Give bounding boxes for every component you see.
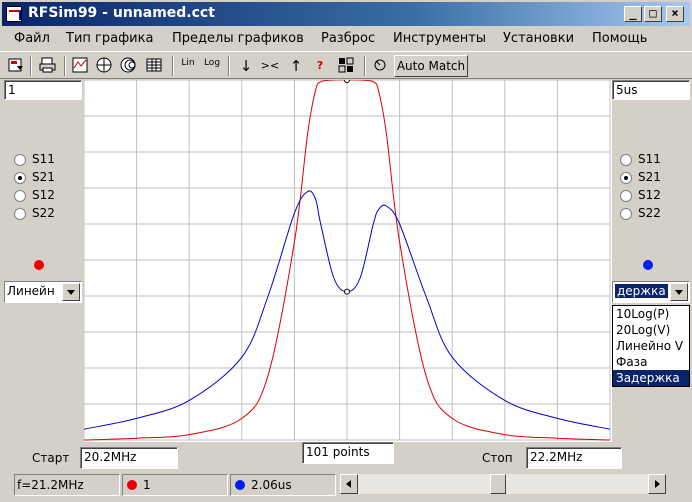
chevron-down-icon[interactable] [62, 283, 80, 301]
dropdown-option-10logp[interactable]: 10Log(P) [613, 306, 689, 322]
maximize-button[interactable]: □ [644, 6, 662, 22]
stop-frequency-input[interactable]: 22.2MHz [526, 447, 622, 469]
minimize-button[interactable]: _ [624, 6, 642, 22]
frequency-scrollbar[interactable] [340, 474, 666, 494]
menu-settings[interactable]: Установки [503, 31, 574, 46]
cursor-marker-0 [344, 77, 350, 83]
stop-label: Стоп [482, 451, 513, 465]
menu-file[interactable]: Файл [14, 31, 50, 46]
plot-svg [83, 77, 611, 441]
app-icon[interactable] [6, 6, 22, 22]
right-mode-combo[interactable]: держка [612, 281, 690, 303]
dropdown-option-phase[interactable]: Фаза [613, 354, 689, 370]
left-marker-dot [34, 260, 44, 270]
menu-tools[interactable]: Инструменты [393, 31, 486, 46]
status-left-value: 1 [122, 474, 228, 496]
dropdown-option-20logv[interactable]: 20Log(V) [613, 322, 689, 338]
cursor-marker-1 [344, 288, 350, 295]
start-label: Старт [32, 451, 70, 465]
auto-match-button[interactable]: Auto Match [394, 55, 468, 77]
log-scale-button[interactable]: Log [202, 56, 222, 76]
toolbar: Lin Log ↓ >< ↑ ? Auto Match [0, 51, 692, 79]
menu-bar: Файл Тип графика Пределы графиков Разбро… [0, 27, 692, 51]
menu-graph-limits[interactable]: Пределы графиков [172, 31, 304, 46]
right-mode-value: держка [615, 284, 668, 298]
radio-left-s11[interactable]: S11 [14, 152, 55, 170]
close-button[interactable]: × [666, 6, 684, 22]
radio-right-s12[interactable]: S12 [620, 188, 661, 206]
dropdown-option-linear[interactable]: Линейно V [613, 338, 689, 354]
right-marker-dot [643, 260, 653, 270]
menu-spread[interactable]: Разброс [321, 31, 375, 46]
radio-right-s22[interactable]: S22 [620, 206, 661, 224]
right-scale-input[interactable]: 5us [612, 80, 690, 100]
radio-left-s22[interactable]: S22 [14, 206, 55, 224]
scrollbar-thumb[interactable] [490, 474, 506, 494]
window-title: RFSim99 - unnamed.cct [28, 5, 215, 21]
radio-left-s12[interactable]: S12 [14, 188, 55, 206]
print-icon[interactable] [38, 56, 58, 76]
polar-icon[interactable] [94, 56, 114, 76]
left-scale-input[interactable]: 1 [4, 80, 82, 100]
start-frequency-input[interactable]: 20.2MHz [80, 447, 178, 469]
shrink-icon[interactable]: >< [260, 56, 280, 76]
right-marker-dot [235, 480, 245, 490]
arrow-up-icon[interactable]: ↑ [286, 56, 306, 76]
lin-scale-button[interactable]: Lin [178, 56, 198, 76]
chevron-down-icon[interactable] [670, 283, 688, 301]
rect-graph-icon[interactable] [70, 56, 90, 76]
plot-area[interactable] [83, 77, 612, 442]
arrow-down-icon[interactable]: ↓ [236, 56, 256, 76]
export-icon[interactable] [6, 56, 26, 76]
scroll-right-button[interactable] [648, 474, 666, 494]
left-marker-dot [127, 480, 137, 490]
dropdown-option-delay[interactable]: Задержка [613, 370, 689, 386]
points-input[interactable]: 101 points [302, 442, 394, 464]
radio-right-s11[interactable]: S11 [620, 152, 661, 170]
status-right-value: 2.06us [230, 474, 336, 496]
tune-icon[interactable] [336, 56, 356, 76]
left-mode-value: Линейн [7, 284, 55, 298]
right-mode-dropdown: 10Log(P) 20Log(V) Линейно V Фаза Задержк… [612, 305, 690, 387]
scroll-left-button[interactable] [340, 474, 358, 494]
title-bar: RFSim99 - unnamed.cct _ □ × [0, 0, 692, 26]
match-icon[interactable] [370, 56, 390, 76]
right-sparam-radios: S11 S21 S12 S22 [620, 152, 661, 224]
radio-right-s21[interactable]: S21 [620, 170, 661, 188]
radio-left-s21[interactable]: S21 [14, 170, 55, 188]
menu-help[interactable]: Помощь [592, 31, 647, 46]
help-cursor-icon[interactable]: ? [310, 56, 330, 76]
table-icon[interactable] [144, 56, 164, 76]
left-sparam-radios: S11 S21 S12 S22 [14, 152, 55, 224]
status-frequency: f=21.2MHz [14, 474, 120, 496]
smith-chart-icon[interactable] [118, 56, 138, 76]
menu-graph-type[interactable]: Тип графика [66, 31, 153, 46]
left-mode-combo[interactable]: Линейн [4, 281, 82, 303]
